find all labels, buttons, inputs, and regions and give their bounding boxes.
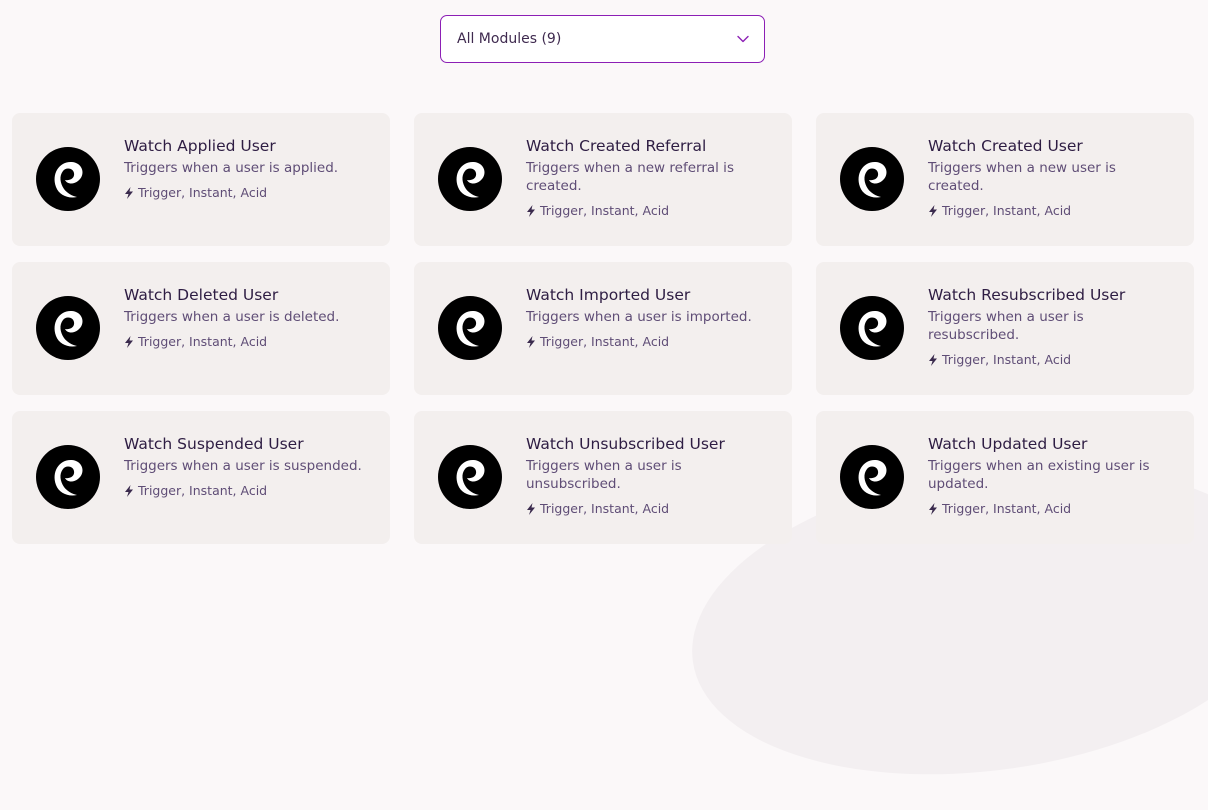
module-title: Watch Updated User (928, 435, 1088, 453)
app-logo-icon (438, 147, 502, 211)
module-tags: Trigger, Instant, Acid (124, 483, 370, 499)
module-description: Triggers when a user is unsubscribed. (526, 458, 682, 492)
module-tags: Trigger, Instant, Acid (526, 203, 772, 219)
module-description: Triggers when a new referral is created. (526, 160, 734, 194)
lightning-bolt-icon (526, 336, 536, 348)
app-logo-icon (438, 445, 502, 509)
lightning-bolt-icon (526, 503, 536, 515)
module-tags-label: Trigger, Instant, Acid (942, 352, 1072, 367)
lightning-bolt-icon (124, 187, 134, 199)
app-logo-icon (840, 445, 904, 509)
module-card[interactable]: Watch Updated User Triggers when an exis… (816, 411, 1194, 544)
module-description: Triggers when a user is applied. (124, 160, 339, 176)
module-card-text: Watch Updated User Triggers when an exis… (928, 434, 1174, 517)
module-tags: Trigger, Instant, Acid (124, 334, 370, 350)
module-card[interactable]: Watch Resubscribed User Triggers when a … (816, 262, 1194, 395)
module-tags: Trigger, Instant, Acid (526, 501, 772, 517)
module-card[interactable]: Watch Created Referral Triggers when a n… (414, 113, 792, 246)
module-description: Triggers when a user is imported. (526, 309, 752, 325)
module-description: Triggers when an existing user is update… (928, 458, 1150, 492)
module-filter-label: All Modules (9) (457, 31, 562, 47)
lightning-bolt-icon (124, 485, 134, 497)
module-tags: Trigger, Instant, Acid (928, 352, 1174, 368)
module-tags-label: Trigger, Instant, Acid (540, 501, 670, 516)
module-tags-label: Trigger, Instant, Acid (138, 334, 268, 349)
app-logo-icon (840, 147, 904, 211)
module-title: Watch Applied User (124, 137, 276, 155)
lightning-bolt-icon (124, 336, 134, 348)
module-description: Triggers when a user is resubscribed. (928, 309, 1084, 343)
module-tags-label: Trigger, Instant, Acid (540, 203, 670, 218)
module-title: Watch Suspended User (124, 435, 304, 453)
module-card[interactable]: Watch Suspended User Triggers when a use… (12, 411, 390, 544)
lightning-bolt-icon (928, 503, 938, 515)
module-description: Triggers when a user is suspended. (124, 458, 362, 474)
module-card[interactable]: Watch Created User Triggers when a new u… (816, 113, 1194, 246)
module-tags: Trigger, Instant, Acid (124, 185, 370, 201)
module-tags: Trigger, Instant, Acid (928, 203, 1174, 219)
app-logo-icon (840, 296, 904, 360)
module-description: Triggers when a new user is created. (928, 160, 1116, 194)
module-title: Watch Imported User (526, 286, 691, 304)
module-tags-label: Trigger, Instant, Acid (942, 203, 1072, 218)
module-card[interactable]: Watch Applied User Triggers when a user … (12, 113, 390, 246)
module-filter-select[interactable]: All Modules (9) (440, 15, 765, 63)
app-logo-icon (438, 296, 502, 360)
module-tags-label: Trigger, Instant, Acid (138, 483, 268, 498)
module-card-text: Watch Deleted User Triggers when a user … (124, 285, 370, 350)
module-card-text: Watch Suspended User Triggers when a use… (124, 434, 370, 499)
module-tags-label: Trigger, Instant, Acid (540, 334, 670, 349)
module-tags-label: Trigger, Instant, Acid (138, 185, 268, 200)
module-title: Watch Unsubscribed User (526, 435, 725, 453)
module-tags: Trigger, Instant, Acid (928, 501, 1174, 517)
module-tags: Trigger, Instant, Acid (526, 334, 772, 350)
module-card-text: Watch Created Referral Triggers when a n… (526, 136, 772, 219)
module-card[interactable]: Watch Unsubscribed User Triggers when a … (414, 411, 792, 544)
lightning-bolt-icon (526, 205, 536, 217)
module-grid: Watch Applied User Triggers when a user … (12, 113, 1194, 544)
app-logo-icon (36, 147, 100, 211)
module-card[interactable]: Watch Deleted User Triggers when a user … (12, 262, 390, 395)
module-tags-label: Trigger, Instant, Acid (942, 501, 1072, 516)
chevron-down-icon (736, 32, 750, 46)
module-description: Triggers when a user is deleted. (124, 309, 340, 325)
app-logo-icon (36, 445, 100, 509)
module-title: Watch Created Referral (526, 137, 707, 155)
module-card-text: Watch Unsubscribed User Triggers when a … (526, 434, 772, 517)
module-card[interactable]: Watch Imported User Triggers when a user… (414, 262, 792, 395)
module-card-text: Watch Imported User Triggers when a user… (526, 285, 772, 350)
lightning-bolt-icon (928, 354, 938, 366)
module-title: Watch Created User (928, 137, 1083, 155)
module-card-text: Watch Created User Triggers when a new u… (928, 136, 1174, 219)
module-card-text: Watch Resubscribed User Triggers when a … (928, 285, 1174, 368)
module-title: Watch Resubscribed User (928, 286, 1126, 304)
lightning-bolt-icon (928, 205, 938, 217)
module-title: Watch Deleted User (124, 286, 279, 304)
app-logo-icon (36, 296, 100, 360)
module-card-text: Watch Applied User Triggers when a user … (124, 136, 370, 201)
